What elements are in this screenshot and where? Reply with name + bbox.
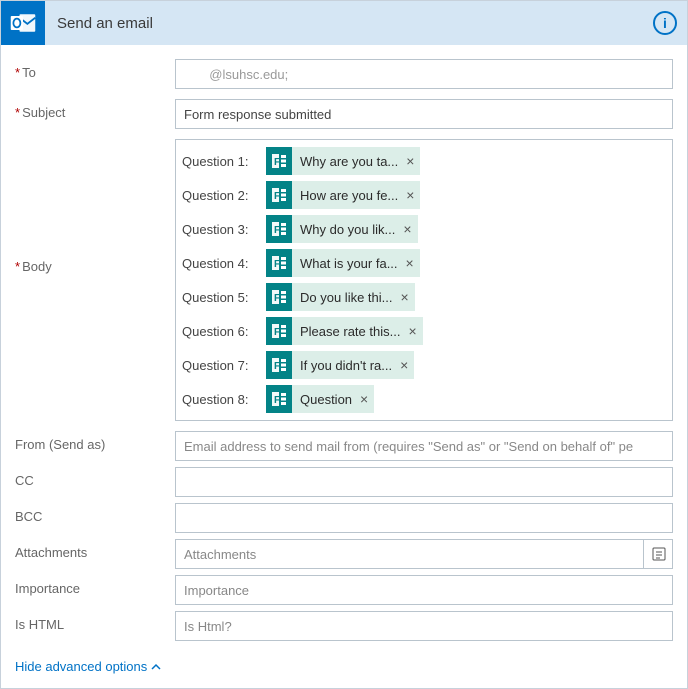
dynamic-content-chip[interactable]: F If you didn't ra... × (266, 351, 414, 379)
action-title: Send an email (57, 15, 653, 32)
chip-remove-icon[interactable]: × (406, 188, 414, 202)
body-token-row: Question 2: F How are you fe... × (182, 180, 666, 210)
ishtml-input[interactable] (175, 611, 673, 641)
attachments-input[interactable] (175, 539, 673, 569)
svg-text:F: F (274, 293, 280, 304)
body-token-label: Question 2: (182, 188, 266, 203)
body-label: Body (15, 139, 175, 274)
toggle-advanced-options-text: Hide advanced options (15, 659, 147, 674)
action-header: Send an email i (1, 1, 687, 45)
chip-text: Do you like thi... (300, 290, 393, 305)
forms-icon: F (266, 181, 292, 209)
importance-input[interactable] (175, 575, 673, 605)
body-token-label: Question 4: (182, 256, 266, 271)
chip-text: What is your fa... (300, 256, 398, 271)
svg-text:F: F (274, 327, 280, 338)
attachments-label: Attachments (15, 539, 175, 560)
svg-text:F: F (274, 361, 280, 372)
chip-text: Why are you ta... (300, 154, 398, 169)
svg-text:F: F (274, 259, 280, 270)
from-label: From (Send as) (15, 431, 175, 452)
forms-icon: F (266, 215, 292, 243)
body-input[interactable]: Question 1:FWhy are you ta...×Question 2… (175, 139, 673, 421)
body-token-row: Question 8: F Question × (182, 384, 666, 414)
body-token-row: Question 7: F If you didn't ra... × (182, 350, 666, 380)
forms-icon: F (266, 147, 292, 175)
chip-remove-icon[interactable]: × (408, 324, 416, 338)
outlook-icon (1, 1, 45, 45)
forms-icon: F (266, 351, 292, 379)
chip-remove-icon[interactable]: × (403, 222, 411, 236)
ishtml-label: Is HTML (15, 611, 175, 632)
to-label: To (15, 59, 175, 80)
body-token-row: Question 1: F Why are you ta... × (182, 146, 666, 176)
chip-text: Why do you lik... (300, 222, 395, 237)
dynamic-content-chip[interactable]: F Question × (266, 385, 374, 413)
body-token-label: Question 3: (182, 222, 266, 237)
chip-remove-icon[interactable]: × (401, 290, 409, 304)
info-icon[interactable]: i (653, 11, 677, 35)
svg-text:F: F (274, 191, 280, 202)
chip-remove-icon[interactable]: × (406, 256, 414, 270)
from-input[interactable] (175, 431, 673, 461)
subject-input[interactable] (175, 99, 673, 129)
importance-label: Importance (15, 575, 175, 596)
forms-icon: F (266, 249, 292, 277)
chip-remove-icon[interactable]: × (400, 358, 408, 372)
dynamic-content-chip[interactable]: F Do you like thi... × (266, 283, 415, 311)
to-input[interactable] (175, 59, 673, 89)
dynamic-content-chip[interactable]: F Why do you lik... × (266, 215, 418, 243)
chip-remove-icon[interactable]: × (360, 392, 368, 406)
dynamic-content-chip[interactable]: F What is your fa... × (266, 249, 420, 277)
forms-icon: F (266, 317, 292, 345)
svg-text:F: F (274, 225, 280, 236)
body-token-row: Question 3: F Why do you lik... × (182, 214, 666, 244)
body-token-label: Question 5: (182, 290, 266, 305)
body-token-row: Question 4: F What is your fa... × (182, 248, 666, 278)
cc-label: CC (15, 467, 175, 488)
subject-label: Subject (15, 99, 175, 120)
chip-text: Question (300, 392, 352, 407)
chevron-up-icon (151, 662, 161, 672)
dynamic-content-chip[interactable]: F How are you fe... × (266, 181, 420, 209)
body-token-row: Question 6: F Please rate this... × (182, 316, 666, 346)
toggle-advanced-options[interactable]: Hide advanced options (15, 659, 161, 674)
chip-text: If you didn't ra... (300, 358, 392, 373)
cc-input[interactable] (175, 467, 673, 497)
bcc-label: BCC (15, 503, 175, 524)
body-token-label: Question 1: (182, 154, 266, 169)
body-token-row: Question 5: F Do you like thi... × (182, 282, 666, 312)
svg-text:F: F (274, 157, 280, 168)
body-token-label: Question 7: (182, 358, 266, 373)
bcc-input[interactable] (175, 503, 673, 533)
body-token-label: Question 6: (182, 324, 266, 339)
attachments-picker-icon[interactable] (643, 539, 673, 569)
chip-text: How are you fe... (300, 188, 398, 203)
forms-icon: F (266, 385, 292, 413)
dynamic-content-chip[interactable]: F Please rate this... × (266, 317, 423, 345)
chip-text: Please rate this... (300, 324, 400, 339)
body-token-label: Question 8: (182, 392, 266, 407)
dynamic-content-chip[interactable]: F Why are you ta... × (266, 147, 420, 175)
forms-icon: F (266, 283, 292, 311)
svg-text:F: F (274, 395, 280, 406)
chip-remove-icon[interactable]: × (406, 154, 414, 168)
